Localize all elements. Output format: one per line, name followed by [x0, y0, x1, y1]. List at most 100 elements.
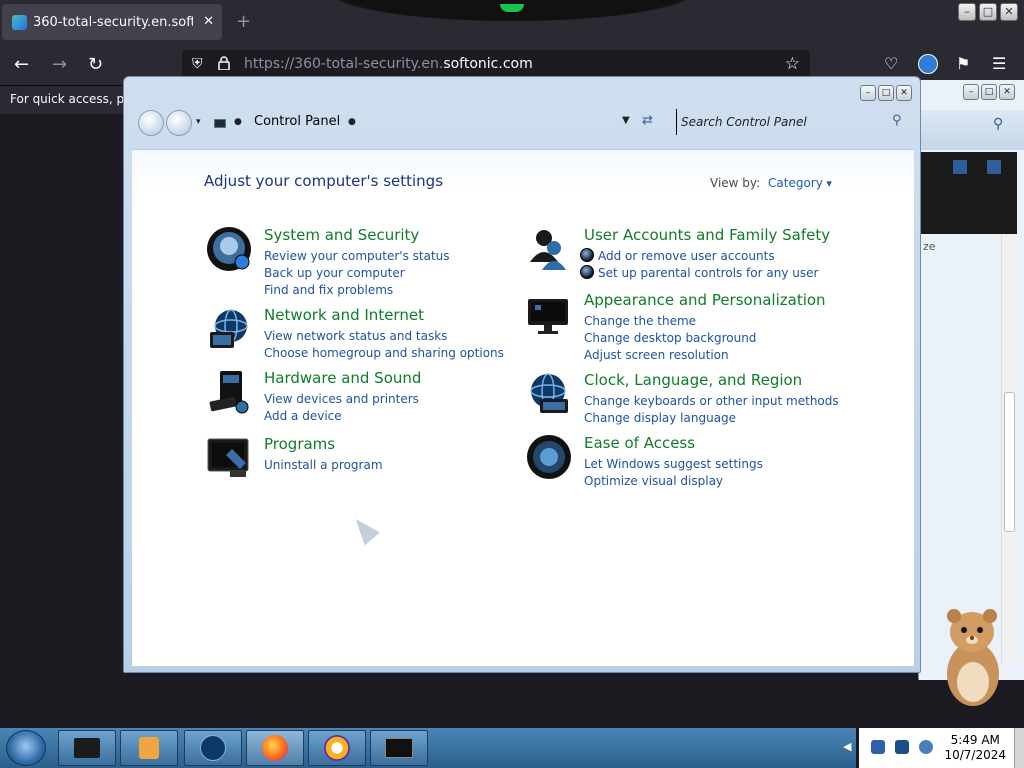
monitor-icon	[385, 738, 413, 758]
volume-tray-icon[interactable]	[919, 740, 933, 754]
address-dropdown-icon[interactable]: ▼	[622, 115, 630, 126]
breadcrumb[interactable]: Control Panel	[254, 114, 340, 129]
search-icon[interactable]: ⚲	[892, 113, 902, 128]
clock-date: 10/7/2024	[944, 748, 1006, 762]
forward-button[interactable]	[166, 110, 192, 136]
clock[interactable]: 5:49 AM 10/7/2024	[944, 733, 1006, 763]
ease-of-access-icon[interactable]	[526, 434, 572, 480]
taskbar-item-360-security[interactable]	[308, 730, 366, 766]
view-by-label: View by:	[710, 176, 761, 190]
link-network-status[interactable]: View network status and tasks	[264, 328, 504, 345]
reload-icon[interactable]: ↻	[88, 54, 103, 75]
extensions-puzzle-icon[interactable]: ⚑	[956, 54, 970, 73]
link-parental-controls[interactable]: Set up parental controls for any user	[580, 265, 818, 282]
tab-title: 360-total-security.en.softonic.com	[33, 14, 193, 30]
category-heading[interactable]: Network and Internet	[264, 306, 424, 324]
link-add-remove-accounts[interactable]: Add or remove user accounts	[580, 248, 818, 265]
link-homegroup[interactable]: Choose homegroup and sharing options	[264, 345, 504, 362]
category-heading[interactable]: System and Security	[264, 226, 419, 244]
control-panel-window: – □ ✕ ▾ ● Control Panel ● ▼ ⇄ ⚲ Adjust y…	[123, 76, 921, 673]
link-suggest-settings[interactable]: Let Windows suggest settings	[584, 456, 763, 473]
hamster-mascot-icon	[947, 609, 999, 706]
thumbnail-icon[interactable]	[953, 160, 967, 174]
link-add-device[interactable]: Add a device	[264, 408, 419, 425]
link-change-keyboards[interactable]: Change keyboards or other input methods	[584, 393, 839, 410]
hardware-sound-icon[interactable]	[206, 369, 252, 415]
category-heading[interactable]: Programs	[264, 435, 335, 453]
history-dropdown-icon[interactable]: ▾	[196, 117, 201, 127]
search-icon[interactable]: ⚲	[993, 116, 1003, 132]
category-heading[interactable]: Appearance and Personalization	[584, 291, 826, 309]
link-change-theme[interactable]: Change the theme	[584, 313, 756, 330]
close-tab-icon[interactable]: ✕	[203, 14, 214, 29]
menu-hamburger-icon[interactable]: ☰	[992, 54, 1006, 73]
minimize-icon[interactable]: –	[860, 85, 876, 101]
link-optimize-display[interactable]: Optimize visual display	[584, 473, 763, 490]
chevron-right-icon[interactable]: ●	[234, 117, 242, 127]
taskbar-item-control-panel[interactable]	[370, 730, 428, 766]
extension-globe-icon[interactable]	[918, 54, 938, 74]
background-explorer-window[interactable]: – □ ✕ ⚲ ze	[918, 80, 1024, 680]
refresh-icon[interactable]: ⇄	[642, 113, 653, 128]
search-input[interactable]	[676, 109, 914, 135]
link-desktop-background[interactable]: Change desktop background	[584, 330, 756, 347]
tracking-shield-icon[interactable]: ⛨	[192, 56, 203, 72]
programs-icon[interactable]	[206, 435, 252, 481]
show-desktop-button[interactable]	[1014, 728, 1024, 768]
close-icon[interactable]: ✕	[896, 85, 912, 101]
minimize-icon[interactable]: –	[963, 84, 979, 100]
link-review-status[interactable]: Review your computer's status	[264, 248, 450, 265]
maximize-icon[interactable]: □	[979, 3, 997, 21]
background-window-text: ze	[923, 240, 936, 253]
close-icon[interactable]: ✕	[999, 84, 1015, 100]
start-button[interactable]	[6, 730, 46, 766]
chevron-right-icon[interactable]: ●	[348, 117, 356, 127]
link-screen-resolution[interactable]: Adjust screen resolution	[584, 347, 756, 364]
close-icon[interactable]: ✕	[1000, 3, 1018, 21]
browser-window-controls: – □ ✕	[958, 3, 1018, 21]
pocket-icon[interactable]: ♡	[884, 54, 898, 73]
category-heading[interactable]: Clock, Language, and Region	[584, 371, 802, 389]
category-heading[interactable]: User Accounts and Family Safety	[584, 226, 830, 244]
forward-arrow-icon[interactable]: →	[52, 54, 67, 75]
clock-globe-icon[interactable]	[526, 371, 572, 417]
maximize-icon[interactable]: □	[878, 85, 894, 101]
link-uninstall-program[interactable]: Uninstall a program	[264, 457, 383, 474]
system-security-icon[interactable]	[206, 226, 252, 272]
scrollbar-thumb[interactable]	[1004, 392, 1015, 532]
clock-time: 5:49 AM	[950, 733, 1000, 747]
url-text[interactable]: https://360-total-security.en.softonic.c…	[244, 56, 533, 72]
link-display-language[interactable]: Change display language	[584, 410, 839, 427]
taskbar: ◀ 5:49 AM 10/7/2024	[0, 728, 1024, 768]
folder-icon	[74, 738, 100, 758]
link-back-up[interactable]: Back up your computer	[264, 265, 450, 282]
thumbnail-strip	[919, 152, 1017, 234]
maximize-icon[interactable]: □	[981, 84, 997, 100]
status-led	[500, 4, 524, 12]
appearance-monitor-icon[interactable]	[526, 291, 572, 337]
category-heading[interactable]: Hardware and Sound	[264, 369, 421, 387]
firefox-icon	[262, 735, 288, 761]
taskbar-item-firefox[interactable]	[246, 730, 304, 766]
user-accounts-icon[interactable]	[526, 226, 572, 272]
taskbar-item-media-player[interactable]	[120, 730, 178, 766]
taskbar-item-explorer[interactable]	[58, 730, 116, 766]
taskbar-item-globe[interactable]	[184, 730, 242, 766]
link-devices-printers[interactable]: View devices and printers	[264, 391, 419, 408]
shield-tray-icon[interactable]	[871, 740, 885, 754]
back-arrow-icon[interactable]: ←	[14, 54, 29, 75]
view-by-dropdown[interactable]: Category	[768, 176, 832, 190]
browser-tab[interactable]: 360-total-security.en.softonic.com ✕	[2, 4, 222, 40]
thumbnail-icon[interactable]	[987, 160, 1001, 174]
minimize-icon[interactable]: –	[958, 3, 976, 21]
bookmark-star-icon[interactable]: ☆	[785, 54, 800, 74]
back-button[interactable]	[138, 110, 164, 136]
category-heading[interactable]: Ease of Access	[584, 434, 695, 452]
new-tab-button[interactable]: +	[236, 11, 251, 32]
network-globe-icon[interactable]	[206, 306, 252, 352]
link-find-fix[interactable]: Find and fix problems	[264, 282, 450, 299]
lock-icon[interactable]	[218, 56, 230, 70]
network-tray-icon[interactable]	[895, 740, 909, 754]
show-hidden-icons-arrow[interactable]: ◀	[843, 740, 851, 753]
scrollbar[interactable]	[1001, 234, 1017, 664]
